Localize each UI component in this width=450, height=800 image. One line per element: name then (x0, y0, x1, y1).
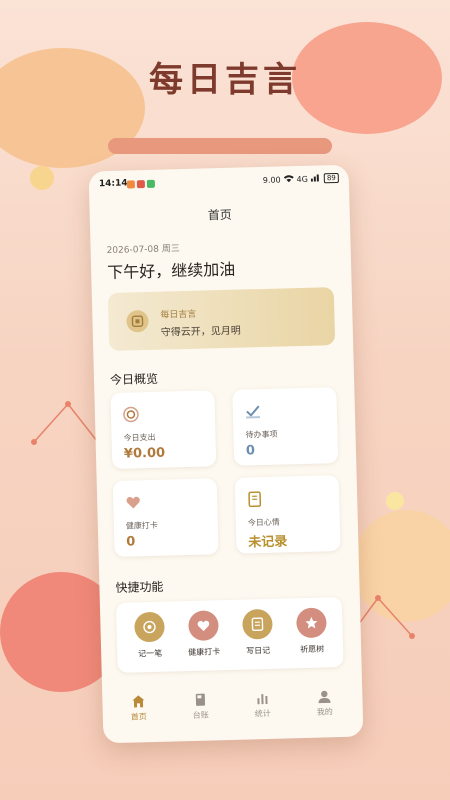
ledger-icon (195, 693, 206, 706)
quote-text: 守得云开，见月明 (160, 325, 241, 339)
tab-bar: 首页 台账 统计 我的 (102, 685, 363, 732)
tab-profile-label: 我的 (316, 707, 333, 717)
todo-card[interactable]: 待办事项 0 (232, 387, 339, 466)
quick-record-label: 记一笔 (138, 648, 163, 659)
notebook-icon (248, 491, 262, 508)
cellular-signal-icon (310, 173, 321, 183)
status-time: 14:14 (98, 178, 128, 190)
todo-value: 0 (245, 443, 256, 459)
battery-level: 89 (323, 172, 339, 184)
quote-title: 每日吉言 (160, 309, 197, 321)
phone-screen: 14:14 9.00 4G 89 首页 2026-07-08 周三 下午好，继续… (88, 164, 364, 744)
checkmark-icon (246, 405, 261, 419)
mood-label: 今日心情 (247, 517, 280, 528)
overview-section-title: 今日概览 (109, 371, 159, 388)
page-title: 首页 (207, 207, 232, 223)
seal-icon (126, 309, 149, 333)
expense-card[interactable]: 今日支出 ¥0.00 (110, 390, 217, 469)
status-app-icons (126, 179, 156, 189)
notebook-icon (242, 608, 273, 640)
quick-diary-button[interactable]: 写日记 (232, 608, 283, 657)
stats-icon (257, 694, 268, 705)
quick-record-button[interactable]: 记一笔 (124, 611, 175, 659)
signal-label: 4G (296, 174, 309, 184)
hero-title: 每日吉言 (149, 60, 301, 100)
quick-wish-tree-button[interactable]: 祈愿树 (286, 607, 337, 655)
expense-label: 今日支出 (123, 432, 156, 443)
tab-stats-label: 统计 (254, 708, 271, 719)
tab-home-label: 首页 (130, 712, 147, 722)
record-icon (134, 611, 165, 643)
heart-icon (188, 610, 219, 642)
quick-actions-panel: 记一笔 健康打卡 写日记 祈愿树 (115, 597, 344, 673)
app-notification-icon (136, 180, 146, 189)
home-icon (132, 695, 145, 708)
date-text: 2026-07-08 周三 (106, 244, 180, 257)
quick-actions-section-title: 快捷功能 (115, 579, 164, 595)
mood-card[interactable]: 今日心情 未记录 (234, 475, 341, 554)
expense-value: ¥0.00 (123, 445, 166, 462)
status-bar: 14:14 9.00 4G 89 (98, 172, 339, 193)
greeting-text: 下午好，继续加油 (106, 259, 236, 283)
circle-target-icon (123, 406, 139, 423)
mood-value: 未记录 (248, 534, 288, 551)
app-notification-icon (126, 180, 136, 189)
app-notification-icon (146, 179, 156, 188)
daily-quote-card[interactable]: 每日吉言 守得云开，见月明 (107, 287, 336, 352)
quick-wish-tree-label: 祈愿树 (300, 644, 325, 655)
quick-health-button[interactable]: 健康打卡 (178, 610, 229, 658)
tab-ledger[interactable]: 台账 (180, 692, 221, 721)
status-right: 9.00 4G 89 (262, 172, 339, 185)
heart-icon (126, 496, 140, 509)
health-value: 0 (126, 534, 136, 550)
star-icon (296, 607, 327, 639)
tab-profile[interactable]: 我的 (304, 689, 345, 718)
wifi-icon (283, 174, 294, 184)
quick-diary-label: 写日记 (246, 645, 271, 656)
health-card[interactable]: 健康打卡 0 (112, 478, 219, 557)
tab-stats[interactable]: 统计 (242, 691, 283, 720)
health-label: 健康打卡 (125, 520, 158, 531)
todo-label: 待办事项 (245, 429, 278, 440)
network-speed: 9.00 (262, 174, 281, 185)
tab-home[interactable]: 首页 (118, 694, 159, 723)
profile-icon (318, 690, 331, 704)
quick-health-label: 健康打卡 (188, 647, 221, 658)
tab-ledger-label: 台账 (192, 710, 209, 720)
